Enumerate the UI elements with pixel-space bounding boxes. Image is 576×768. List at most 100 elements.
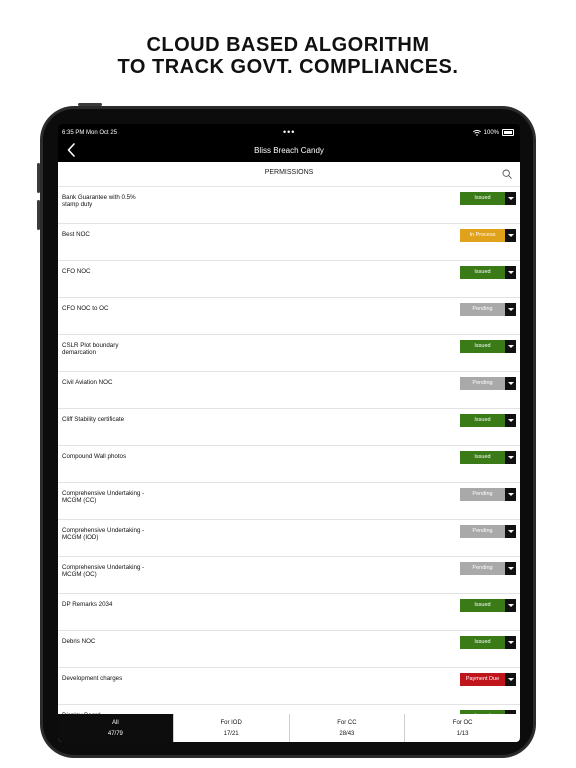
permission-name: Comprehensive Undertaking - MCGM (CC) bbox=[62, 490, 145, 504]
status-dropdown[interactable]: Pending bbox=[460, 377, 516, 390]
status-badge[interactable]: In Process bbox=[460, 229, 505, 242]
status-dropdown[interactable]: Issued bbox=[460, 414, 516, 427]
status-dropdown[interactable]: Pending bbox=[460, 488, 516, 501]
tab-label: For CC bbox=[337, 719, 357, 726]
tab-label: For IOD bbox=[220, 719, 242, 726]
status-badge[interactable]: Issued bbox=[460, 266, 505, 279]
dropdown-caret-icon[interactable] bbox=[505, 562, 516, 575]
status-dropdown[interactable]: Issued bbox=[460, 599, 516, 612]
tab-label: For OC bbox=[452, 719, 473, 726]
permission-name: DP Remarks 2034 bbox=[62, 601, 113, 608]
status-badge[interactable]: Pending bbox=[460, 562, 505, 575]
dropdown-caret-icon[interactable] bbox=[505, 636, 516, 649]
status-badge[interactable]: Issued bbox=[460, 599, 505, 612]
status-dropdown[interactable]: Payment Due bbox=[460, 673, 516, 686]
dropdown-caret-icon[interactable] bbox=[505, 192, 516, 205]
tab-count: 28/43 bbox=[339, 730, 355, 737]
dropdown-caret-icon[interactable] bbox=[505, 599, 516, 612]
dropdown-caret-icon[interactable] bbox=[505, 229, 516, 242]
status-badge[interactable]: Pending bbox=[460, 525, 505, 538]
status-dropdown[interactable]: In Process bbox=[460, 229, 516, 242]
permission-name: Cliff Stability certificate bbox=[62, 416, 125, 423]
dropdown-caret-icon[interactable] bbox=[505, 340, 516, 353]
permission-row[interactable]: Cliff Stability certificate Issued bbox=[58, 409, 520, 446]
permission-row[interactable]: Comprehensive Undertaking - MCGM (IOD) Pe… bbox=[58, 520, 520, 557]
tab-for-iod[interactable]: For IOD 17/21 bbox=[172, 714, 289, 742]
status-badge[interactable]: Issued bbox=[460, 451, 505, 464]
status-dropdown[interactable]: Pending bbox=[460, 562, 516, 575]
filter-tabs: All 47/79 For IOD 17/21 For CC 28/43 For OC 1/1… bbox=[58, 714, 520, 742]
permissions-content: PERMISSIONS Bank Guarantee with 0.5% sta… bbox=[58, 162, 520, 714]
status-badge[interactable]: Issued bbox=[460, 636, 505, 649]
status-bar: 6:35 PM Mon Oct 25 ••• 100% bbox=[58, 124, 520, 142]
nav-title: Bliss Breach Candy bbox=[254, 146, 324, 155]
status-badge[interactable]: Pending bbox=[460, 377, 505, 390]
permission-name: CFO NOC to OC bbox=[62, 305, 109, 312]
permission-row[interactable]: Development charges Payment Due bbox=[58, 668, 520, 705]
permission-row[interactable]: DP Remarks 2034 Issued bbox=[58, 594, 520, 631]
battery-icon bbox=[502, 129, 514, 136]
dropdown-caret-icon[interactable] bbox=[505, 303, 516, 316]
permission-name: Comprehensive Undertaking - MCGM (IOD) bbox=[62, 527, 145, 541]
status-time: 6:35 PM Mon Oct 25 bbox=[62, 130, 118, 136]
permission-row[interactable]: CFO NOC to OC Pending bbox=[58, 298, 520, 335]
permission-row[interactable]: Compound Wall photos Issued bbox=[58, 446, 520, 483]
permission-name: CFO NOC bbox=[62, 268, 91, 275]
permissions-list: Bank Guarantee with 0.5% stamp duty Issue… bbox=[58, 187, 520, 714]
tab-for-cc[interactable]: For CC 28/43 bbox=[288, 714, 405, 742]
search-icon[interactable] bbox=[502, 169, 512, 179]
dropdown-caret-icon[interactable] bbox=[505, 488, 516, 501]
status-badge[interactable]: Pending bbox=[460, 488, 505, 501]
status-badge[interactable]: Payment Due bbox=[460, 673, 505, 686]
headline-line-2: TO TRACK GOVT. COMPLIANCES. bbox=[117, 56, 459, 78]
tab-count: 1/13 bbox=[456, 730, 469, 737]
tab-all[interactable]: All 47/79 bbox=[58, 714, 173, 742]
tab-count: 47/79 bbox=[107, 730, 123, 737]
permission-row[interactable]: Civil Aviation NOC Pending bbox=[58, 372, 520, 409]
dropdown-caret-icon[interactable] bbox=[505, 377, 516, 390]
permission-row[interactable]: Best NOC In Process bbox=[58, 224, 520, 261]
dropdown-caret-icon[interactable] bbox=[505, 525, 516, 538]
permission-row[interactable]: Display BoardIssued bbox=[58, 705, 520, 714]
tab-count: 17/21 bbox=[223, 730, 239, 737]
permission-name: Bank Guarantee with 0.5% stamp duty bbox=[62, 194, 136, 208]
status-dropdown[interactable]: Issued bbox=[460, 192, 516, 205]
status-dropdown[interactable]: Issued bbox=[460, 340, 516, 353]
status-dropdown[interactable]: Issued bbox=[460, 636, 516, 649]
tab-for-oc[interactable]: For OC 1/13 bbox=[404, 714, 520, 742]
app-screen: 6:35 PM Mon Oct 25 ••• 100% Bliss Breach… bbox=[58, 124, 520, 742]
dropdown-caret-icon[interactable] bbox=[505, 414, 516, 427]
permission-row[interactable]: Debris NOC Issued bbox=[58, 631, 520, 668]
permission-row[interactable]: Comprehensive Undertaking - MCGM (CC) Pen… bbox=[58, 483, 520, 520]
status-dropdown[interactable]: Pending bbox=[460, 303, 516, 316]
permission-name: Debris NOC bbox=[62, 638, 96, 645]
permissions-title: PERMISSIONS bbox=[264, 169, 314, 176]
tab-label: All bbox=[112, 719, 119, 726]
status-dropdown[interactable]: Issued bbox=[460, 266, 516, 279]
permission-row[interactable]: Bank Guarantee with 0.5% stamp duty Issue… bbox=[58, 187, 520, 224]
status-dropdown[interactable]: Issued bbox=[460, 451, 516, 464]
permission-row[interactable]: Comprehensive Undertaking - MCGM (OC) Pen… bbox=[58, 557, 520, 594]
status-badge[interactable]: Issued bbox=[460, 192, 505, 205]
permission-name: Development charges bbox=[62, 675, 123, 682]
dropdown-caret-icon[interactable] bbox=[505, 673, 516, 686]
nav-bar: Bliss Breach Candy bbox=[58, 142, 520, 162]
status-dropdown[interactable]: Pending bbox=[460, 525, 516, 538]
battery-percent: 100% bbox=[483, 129, 499, 136]
multitask-dots[interactable]: ••• bbox=[283, 127, 295, 137]
permission-row[interactable]: CSLR Plot boundary demarcation Issued bbox=[58, 335, 520, 372]
permission-row[interactable]: CFO NOC Issued bbox=[58, 261, 520, 298]
permission-name: Comprehensive Undertaking - MCGM (OC) bbox=[62, 564, 145, 578]
status-badge[interactable]: Pending bbox=[460, 303, 505, 316]
permissions-header: PERMISSIONS bbox=[58, 162, 520, 187]
permission-name: Compound Wall photos bbox=[62, 453, 127, 460]
status-badge[interactable]: Issued bbox=[460, 340, 505, 353]
dropdown-caret-icon[interactable] bbox=[505, 451, 516, 464]
headline-line-1: CLOUD BASED ALGORITHM bbox=[146, 34, 430, 56]
wifi-icon bbox=[472, 129, 481, 136]
status-right: 100% bbox=[472, 129, 514, 136]
permission-name: Civil Aviation NOC bbox=[62, 379, 113, 386]
status-badge[interactable]: Issued bbox=[460, 414, 505, 427]
dropdown-caret-icon[interactable] bbox=[505, 266, 516, 279]
headline: CLOUD BASED ALGORITHM TO TRACK GOVT. COM… bbox=[0, 34, 576, 78]
